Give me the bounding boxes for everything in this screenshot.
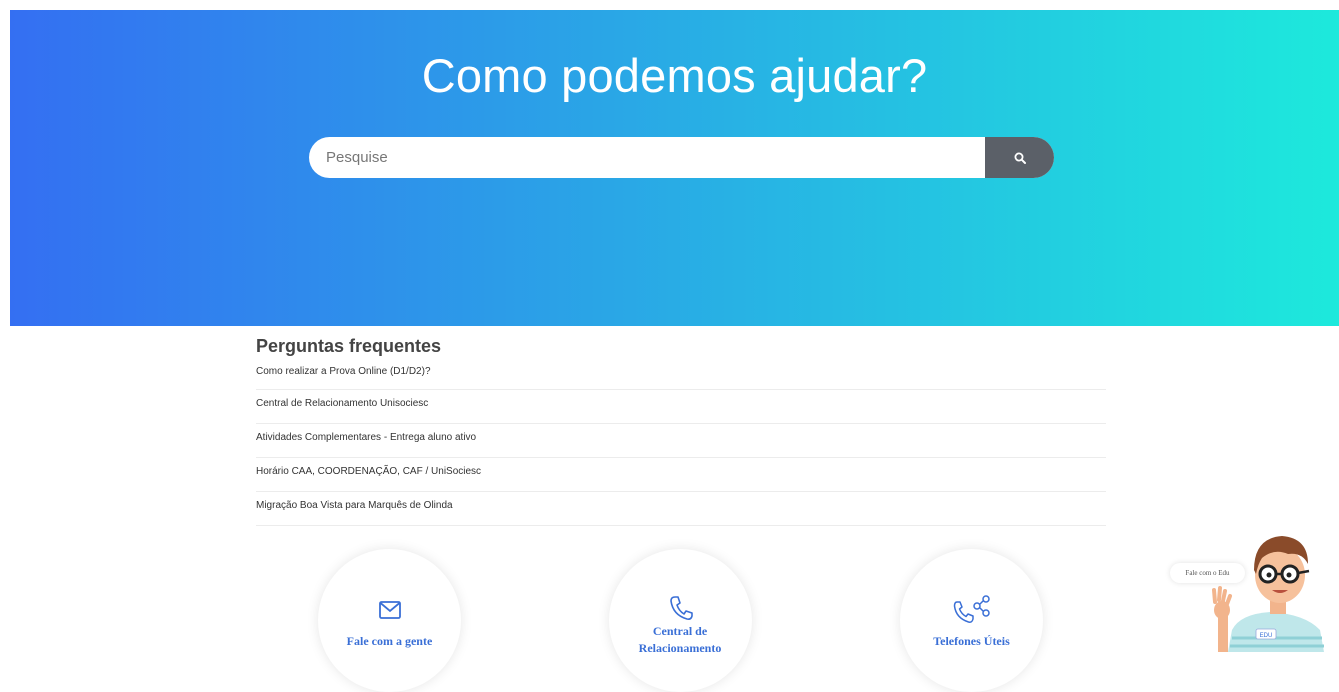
faq-link[interactable]: Central de Relacionamento Unisociesc xyxy=(256,398,428,409)
search-button[interactable] xyxy=(985,137,1054,178)
faq-link[interactable]: Atividades Complementares - Entrega alun… xyxy=(256,432,476,443)
hero-banner: Como podemos ajudar? xyxy=(10,10,1339,326)
faq-item: Horário CAA, COORDENAÇÃO, CAF / UniSocie… xyxy=(256,458,1106,492)
card-label: Telefones Úteis xyxy=(933,634,1010,648)
faq-link[interactable]: Migração Boa Vista para Marquês de Olind… xyxy=(256,500,453,511)
phone-share-icon xyxy=(900,595,1043,625)
faq-item: Central de Relacionamento Unisociesc xyxy=(256,390,1106,424)
faq-section: Perguntas frequentes Como realizar a Pro… xyxy=(256,334,1106,526)
faq-link[interactable]: Horário CAA, COORDENAÇÃO, CAF / UniSocie… xyxy=(256,466,481,477)
waving-hand-icon xyxy=(1212,586,1232,652)
card-label: Fale com a gente xyxy=(346,634,433,648)
faq-list: Como realizar a Prova Online (D1/D2)? Ce… xyxy=(256,358,1106,526)
faq-item: Como realizar a Prova Online (D1/D2)? xyxy=(256,358,1106,390)
search-icon xyxy=(1014,152,1026,164)
search-bar xyxy=(309,137,1054,178)
search-input[interactable] xyxy=(309,137,985,178)
chat-mascot-avatar[interactable]: EDU xyxy=(1170,530,1339,652)
contact-card-telefones-uteis[interactable]: Telefones Úteis xyxy=(900,549,1043,692)
contact-card-central-relacionamento[interactable]: Central de Relacionamento xyxy=(609,549,752,692)
faq-link[interactable]: Como realizar a Prova Online (D1/D2)? xyxy=(256,366,431,377)
phone-icon xyxy=(609,595,752,621)
envelope-icon xyxy=(318,601,461,619)
faq-title: Perguntas frequentes xyxy=(256,336,442,356)
faq-item: Atividades Complementares - Entrega alun… xyxy=(256,424,1106,458)
contact-card-fale-conosco[interactable]: Fale com a gente xyxy=(318,549,461,692)
faq-item: Migração Boa Vista para Marquês de Olind… xyxy=(256,492,1106,526)
page-title: Como podemos ajudar? xyxy=(421,49,928,102)
svg-text:EDU: EDU xyxy=(1260,633,1273,639)
